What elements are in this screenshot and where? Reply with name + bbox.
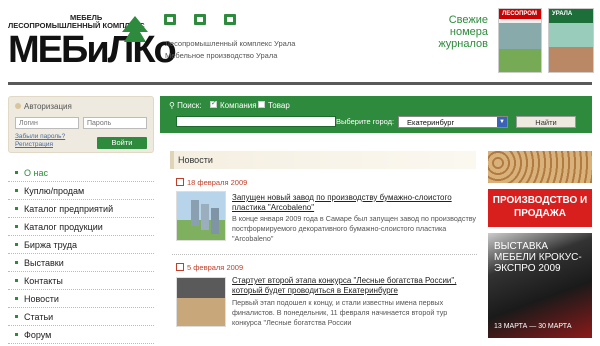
exhibition-title: ВЫСТАВКА МЕБЕЛИ КРОКУС-ЭКСПРО 2009 bbox=[494, 241, 582, 274]
news-title[interactable]: Запущен новый завод по производству бума… bbox=[232, 193, 477, 213]
company-checkbox[interactable] bbox=[210, 99, 217, 108]
menu-item-companies[interactable]: Каталог предприятий bbox=[8, 200, 154, 218]
magazine-2-label: УРАЛА bbox=[552, 11, 573, 17]
sitemap-icon[interactable] bbox=[224, 14, 236, 25]
menu-item-forum[interactable]: Форум bbox=[8, 326, 154, 344]
exhibition-dates: 13 МАРТА — 30 МАРТА bbox=[494, 323, 572, 330]
news-text: В конце января 2009 года в Самаре был за… bbox=[232, 214, 477, 243]
search-label-text: Поиск: bbox=[177, 101, 202, 110]
tree-logo-icon bbox=[122, 16, 148, 42]
production-banner[interactable]: ПРОИЗВОДСТВО И ПРОДАЖА bbox=[488, 189, 592, 227]
home-icon[interactable] bbox=[164, 14, 176, 25]
menu-item-about[interactable]: О нас bbox=[8, 164, 154, 182]
chevron-down-icon[interactable]: ▼ bbox=[497, 117, 507, 127]
exhibition-banner[interactable]: ВЫСТАВКА МЕБЕЛИ КРОКУС-ЭКСПРО 2009 13 МА… bbox=[488, 233, 592, 338]
city-value: Екатеринбург bbox=[407, 118, 455, 127]
password-input[interactable] bbox=[83, 117, 147, 129]
login-button[interactable]: Войти bbox=[97, 137, 147, 149]
find-button[interactable]: Найти bbox=[516, 116, 576, 128]
magazines-title: Свежие номера журналов bbox=[438, 14, 488, 50]
menu-item-products[interactable]: Каталог продукции bbox=[8, 218, 154, 236]
header-divider bbox=[8, 82, 592, 85]
menu-item-news[interactable]: Новости bbox=[8, 290, 154, 308]
news-image[interactable] bbox=[176, 277, 226, 327]
mail-icon[interactable] bbox=[194, 14, 206, 25]
menu-item-exhibitions[interactable]: Выставки bbox=[8, 254, 154, 272]
news-divider bbox=[172, 254, 477, 255]
search-bar: ⚲ Поиск: Компания Товар Выберите город: … bbox=[160, 96, 592, 133]
search-label: ⚲ Поиск: bbox=[169, 101, 202, 110]
news-date: 18 февраля 2009 bbox=[176, 178, 247, 187]
sidebar-menu: О нас Куплю/продам Каталог предприятий К… bbox=[8, 164, 154, 344]
magazine-1-label: ЛЕСОПРОМ bbox=[502, 11, 537, 17]
search-input[interactable] bbox=[176, 116, 336, 127]
news-image[interactable] bbox=[176, 191, 226, 241]
city-label: Выберите город: bbox=[336, 117, 395, 126]
menu-item-buy-sell[interactable]: Куплю/продам bbox=[8, 182, 154, 200]
news-date-text: 5 февраля 2009 bbox=[187, 263, 244, 272]
news-text: Первый этап подошел к концу, и стали изв… bbox=[232, 298, 448, 327]
menu-item-jobs[interactable]: Биржа труда bbox=[8, 236, 154, 254]
product-checkbox[interactable] bbox=[258, 101, 265, 108]
news-date: 5 февраля 2009 bbox=[176, 263, 243, 272]
logo[interactable]: МЕБЕЛЬ ЛЕСОПРОМЫШЛЕННЫЙ КОМПЛЕКС МЕБиЛКо bbox=[8, 14, 177, 72]
company-label: Компания bbox=[220, 101, 257, 110]
tagline-line1: Лесопромышленный комплекс Урала bbox=[165, 39, 296, 48]
login-input[interactable] bbox=[15, 117, 79, 129]
register-link[interactable]: Регистрация bbox=[15, 141, 53, 148]
auth-panel: Авторизация Забыли пароль? Регистрация В… bbox=[8, 96, 154, 153]
forgot-password-link[interactable]: Забыли пароль? bbox=[15, 133, 65, 140]
menu-item-articles[interactable]: Статьи bbox=[8, 308, 154, 326]
product-label: Товар bbox=[268, 101, 290, 110]
news-title[interactable]: Стартует второй этапа конкурса "Лесные б… bbox=[232, 276, 477, 296]
tagline: Лесопромышленный комплекс Урала Мебельно… bbox=[165, 38, 295, 62]
tagline-line2: Мебельное производство Урала bbox=[165, 51, 278, 60]
city-select[interactable]: Екатеринбург ▼ bbox=[398, 116, 508, 128]
magazine-cover-1[interactable]: ЛЕСОПРОМ bbox=[498, 8, 542, 73]
menu-item-contacts[interactable]: Контакты bbox=[8, 272, 154, 290]
news-date-text: 18 февраля 2009 bbox=[187, 178, 248, 187]
auth-title: Авторизация bbox=[15, 102, 72, 111]
magazine-cover-2[interactable]: УРАЛА bbox=[548, 8, 594, 73]
wood-banner[interactable] bbox=[488, 151, 592, 183]
news-heading: Новости bbox=[170, 151, 476, 169]
